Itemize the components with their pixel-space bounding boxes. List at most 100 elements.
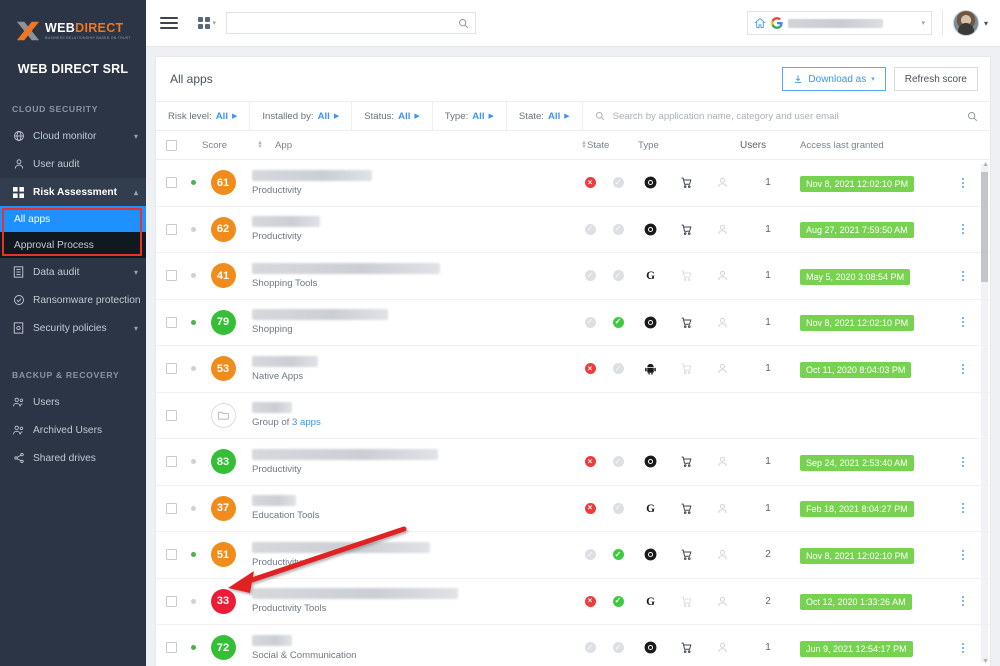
- search-submit-icon[interactable]: [967, 111, 978, 122]
- state-inactive-icon[interactable]: ✓: [611, 269, 625, 283]
- state-inactive-icon[interactable]: ✓: [583, 269, 597, 283]
- sidebar-item-users[interactable]: Users: [0, 388, 146, 416]
- app-cell[interactable]: Social & Communication: [246, 634, 576, 661]
- row-checkbox[interactable]: [165, 549, 177, 561]
- sidebar-item-security-policies[interactable]: Security policies ▾: [0, 314, 146, 342]
- state-allowed-icon[interactable]: ✓: [611, 594, 625, 608]
- app-cell[interactable]: Productivity: [246, 541, 576, 568]
- row-checkbox[interactable]: [165, 409, 177, 421]
- hamburger-icon[interactable]: [160, 14, 178, 32]
- chevron-down-icon[interactable]: ▾: [984, 19, 988, 28]
- sidebar-item-archived-users[interactable]: Archived Users: [0, 416, 146, 444]
- row-actions-menu-icon[interactable]: [962, 176, 964, 190]
- refresh-score-button[interactable]: Refresh score: [893, 67, 978, 91]
- apps-grid-selector[interactable]: ▾: [194, 14, 220, 32]
- table-row[interactable]: 41 Shopping Tools ✓ ✓ G 1 May 5, 2020 3:08:54 …: [156, 253, 990, 300]
- global-search-box[interactable]: [226, 12, 477, 34]
- avatar[interactable]: [952, 10, 979, 36]
- state-blocked-icon[interactable]: ×: [583, 176, 597, 190]
- row-actions-menu-icon[interactable]: [962, 594, 964, 608]
- sidebar-item-all-apps[interactable]: All apps: [0, 206, 146, 232]
- row-actions-menu-icon[interactable]: [962, 641, 964, 655]
- state-allowed-icon[interactable]: ✓: [611, 548, 625, 562]
- filter-status[interactable]: Status: All ▶: [352, 102, 433, 130]
- status-dot: [190, 273, 196, 279]
- state-blocked-icon[interactable]: ×: [583, 501, 597, 515]
- sidebar-item-approval-process[interactable]: Approval Process: [0, 232, 146, 258]
- sidebar-item-ransomware-protection[interactable]: Ransomware protection: [0, 286, 146, 314]
- search-input[interactable]: [233, 16, 459, 30]
- table-row[interactable]: 61 Productivity × ✓ 1 Nov 8, 2021 12:02:10 PM: [156, 160, 990, 207]
- app-cell[interactable]: Shopping Tools: [246, 262, 576, 289]
- app-cell[interactable]: Productivity: [246, 216, 576, 242]
- table-row[interactable]: 62 Productivity ✓ ✓ 1 Aug 27, 2021 7:59:50 AM: [156, 207, 990, 253]
- state-inactive-icon[interactable]: ✓: [583, 548, 597, 562]
- row-checkbox[interactable]: [165, 177, 177, 189]
- state-blocked-icon[interactable]: ×: [583, 362, 597, 376]
- sort-score-icon[interactable]: ▲ ▼: [257, 140, 263, 150]
- state-blocked-icon[interactable]: ×: [583, 594, 597, 608]
- row-actions-menu-icon[interactable]: [962, 222, 964, 236]
- app-cell[interactable]: Shopping: [246, 309, 576, 335]
- table-row[interactable]: 33 Productivity Tools × ✓ G 2 Oct 12, 2020 1:3…: [156, 579, 990, 625]
- app-cell[interactable]: Productivity Tools: [246, 588, 576, 614]
- state-inactive-icon[interactable]: ✓: [611, 501, 625, 515]
- row-actions-menu-icon[interactable]: [962, 501, 964, 515]
- state-inactive-icon[interactable]: ✓: [583, 641, 597, 655]
- vertical-scrollbar[interactable]: [981, 164, 988, 662]
- row-actions-menu-icon[interactable]: [962, 455, 964, 469]
- select-all-checkbox[interactable]: [165, 139, 177, 151]
- domain-selector[interactable]: ▾: [746, 11, 932, 35]
- sidebar-item-risk-assessment[interactable]: Risk Assessment ▴: [0, 178, 146, 206]
- table-row[interactable]: 72 Social & Communication ✓ ✓ 1 Jun 9, 2021 1…: [156, 625, 990, 666]
- table-row[interactable]: 79 Shopping ✓ ✓ 1 Nov 8, 2021 12:02:10 PM: [156, 300, 990, 346]
- state-inactive-icon[interactable]: ✓: [583, 315, 597, 329]
- row-checkbox[interactable]: [165, 502, 177, 514]
- app-cell[interactable]: Education Tools: [246, 495, 576, 521]
- state-inactive-icon[interactable]: ✓: [611, 176, 625, 190]
- app-search-input[interactable]: [610, 109, 961, 123]
- state-inactive-icon[interactable]: ✓: [611, 641, 625, 655]
- group-apps-link[interactable]: 3 apps: [292, 417, 321, 428]
- app-cell[interactable]: Productivity: [246, 448, 576, 475]
- app-cell[interactable]: Group of 3 apps: [246, 402, 576, 428]
- scroll-down-arrow[interactable]: ▼: [982, 658, 989, 665]
- row-checkbox[interactable]: [165, 363, 177, 375]
- table-row[interactable]: 51 Productivity ✓ ✓ 2 Nov 8, 2021 12:02:10 PM: [156, 532, 990, 579]
- row-checkbox[interactable]: [165, 223, 177, 235]
- state-inactive-icon[interactable]: ✓: [611, 455, 625, 469]
- sidebar-item-data-audit[interactable]: Data audit ▾: [0, 258, 146, 286]
- row-checkbox[interactable]: [165, 456, 177, 468]
- download-as-button[interactable]: Download as ▾: [782, 67, 886, 91]
- scroll-up-arrow[interactable]: ▲: [982, 161, 989, 168]
- state-inactive-icon[interactable]: ✓: [611, 362, 625, 376]
- row-checkbox[interactable]: [165, 316, 177, 328]
- filter-risk-level[interactable]: Risk level: All ▶: [156, 102, 251, 130]
- state-cell: × ✓: [576, 501, 632, 515]
- sidebar-item-user-audit[interactable]: User audit: [0, 150, 146, 178]
- table-row[interactable]: Group of 3 apps: [156, 393, 990, 439]
- table-row[interactable]: 37 Education Tools × ✓ G 1 Feb 18, 2021 8:04:2…: [156, 486, 990, 532]
- sidebar-item-shared-drives[interactable]: Shared drives: [0, 444, 146, 472]
- state-inactive-icon[interactable]: ✓: [611, 222, 625, 236]
- app-search-box[interactable]: [583, 102, 990, 130]
- app-cell[interactable]: Native Apps: [246, 355, 576, 382]
- row-actions-menu-icon[interactable]: [962, 315, 964, 329]
- row-actions-menu-icon[interactable]: [962, 269, 964, 283]
- filter-type[interactable]: Type: All ▶: [433, 102, 507, 130]
- scrollbar-thumb[interactable]: [981, 172, 988, 282]
- row-actions-menu-icon[interactable]: [962, 362, 964, 376]
- state-blocked-icon[interactable]: ×: [583, 455, 597, 469]
- sidebar-item-cloud-monitor[interactable]: Cloud monitor ▾: [0, 122, 146, 150]
- filter-state[interactable]: State: All ▶: [507, 102, 583, 130]
- row-checkbox[interactable]: [165, 642, 177, 654]
- table-row[interactable]: 83 Productivity × ✓ 1 Sep 24, 2021 2:53:40 AM: [156, 439, 990, 486]
- row-actions-menu-icon[interactable]: [962, 548, 964, 562]
- row-checkbox[interactable]: [165, 270, 177, 282]
- filter-installed-by[interactable]: Installed by: All ▶: [250, 102, 353, 130]
- app-cell[interactable]: Productivity: [246, 169, 576, 196]
- state-allowed-icon[interactable]: ✓: [611, 315, 625, 329]
- state-inactive-icon[interactable]: ✓: [583, 222, 597, 236]
- row-checkbox[interactable]: [165, 595, 177, 607]
- table-row[interactable]: 53 Native Apps × ✓ 1 Oct 11, 2020 8:04:03 PM: [156, 346, 990, 393]
